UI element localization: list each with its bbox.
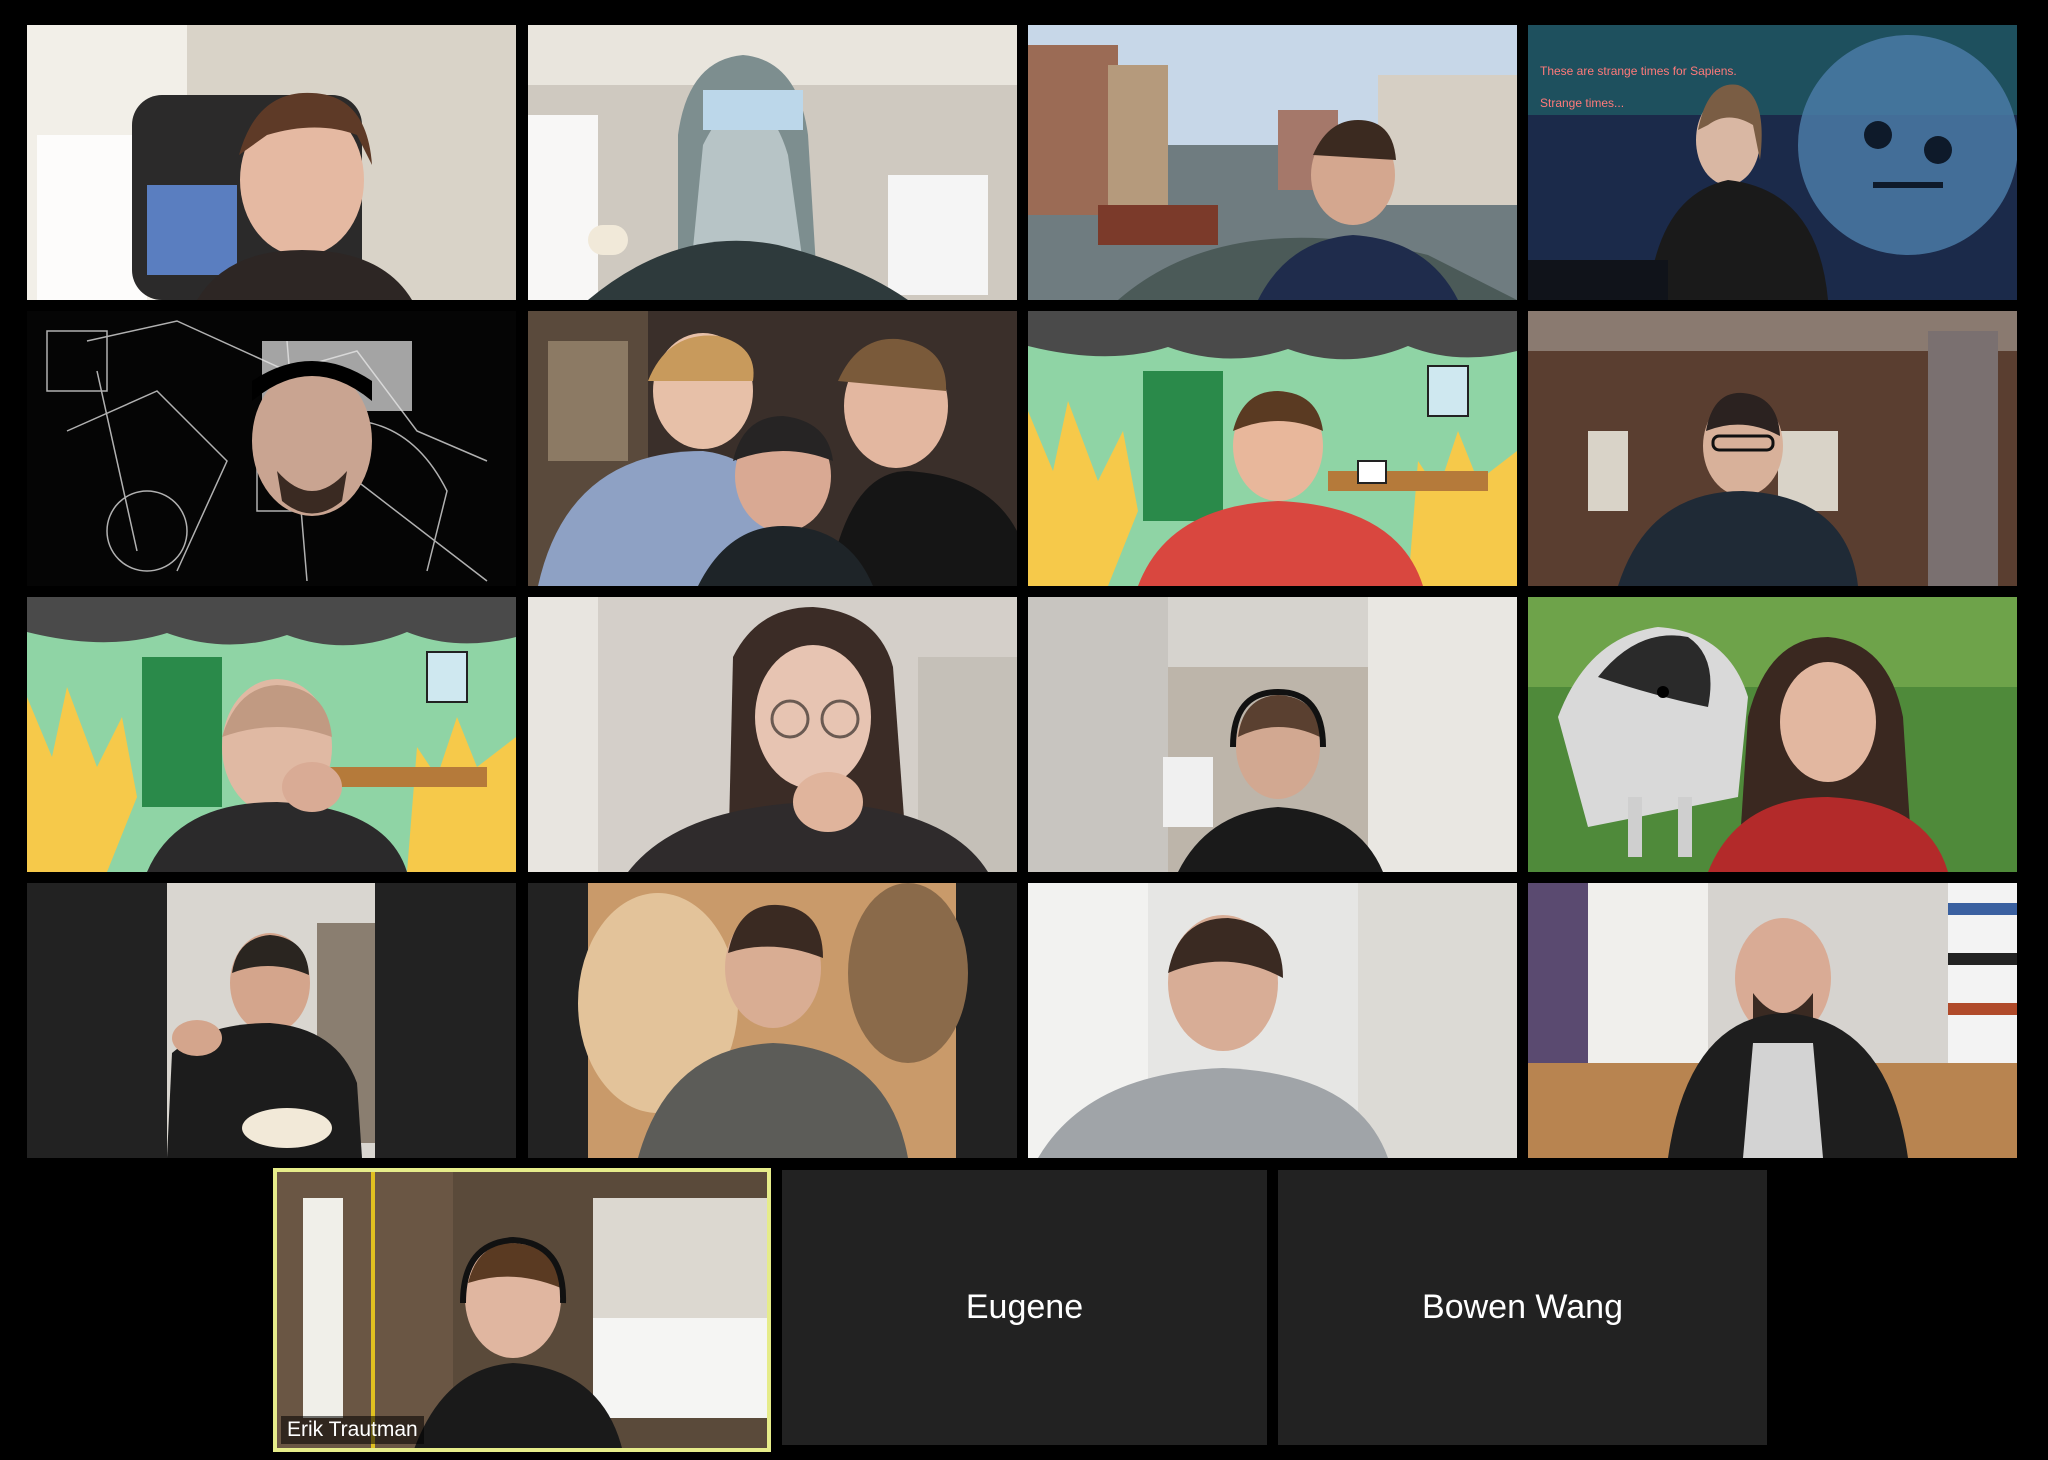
participant-video	[528, 883, 1017, 1158]
participant-video	[27, 25, 516, 300]
participant-tile-video-off[interactable]: Eugene	[782, 1170, 1267, 1445]
participant-video-tile[interactable]	[1028, 311, 1517, 586]
participant-video-tile[interactable]	[27, 25, 516, 300]
participant-video	[273, 1168, 771, 1452]
participant-video-tile[interactable]	[1028, 25, 1517, 300]
participant-video	[1528, 311, 2017, 586]
participant-video	[1528, 597, 2017, 872]
participant-video	[1028, 597, 1517, 872]
participant-video	[27, 597, 516, 872]
participant-video	[528, 597, 1017, 872]
virtual-background-text-line1: These are strange times for Sapiens.	[1540, 64, 1737, 78]
participant-video-tile[interactable]	[27, 311, 516, 586]
participant-video-tile[interactable]	[27, 883, 516, 1158]
participant-video-tile-active-speaker[interactable]: Erik Trautman	[273, 1168, 771, 1452]
zoom-gallery-view: These are strange times for Sapiens. Str…	[0, 0, 2048, 1460]
participant-name: Eugene	[965, 1288, 1084, 1326]
participant-video-tile[interactable]	[528, 883, 1017, 1158]
participant-tile-video-off[interactable]: Bowen Wang	[1278, 1170, 1767, 1445]
participant-video-tile[interactable]	[1028, 597, 1517, 872]
participant-video-tile[interactable]	[1028, 883, 1517, 1158]
participant-video-tile[interactable]	[27, 597, 516, 872]
participant-video-tile[interactable]: These are strange times for Sapiens. Str…	[1528, 25, 2017, 300]
participant-video	[1028, 883, 1517, 1158]
participant-video	[528, 25, 1017, 300]
participant-video	[528, 311, 1017, 586]
participant-name: Bowen Wang	[1422, 1288, 1623, 1326]
participant-video	[27, 883, 516, 1158]
participant-video	[1028, 25, 1517, 300]
participant-name-label: Erik Trautman	[281, 1416, 424, 1444]
participant-video-tile[interactable]	[528, 25, 1017, 300]
participant-video-tile[interactable]	[1528, 883, 2017, 1158]
participant-video-tile[interactable]	[1528, 311, 2017, 586]
virtual-background-text-line2: Strange times...	[1540, 96, 1624, 110]
participant-video-tile[interactable]	[1528, 597, 2017, 872]
participant-video-tile[interactable]	[528, 311, 1017, 586]
participant-video	[1028, 311, 1517, 586]
participant-video	[27, 311, 516, 586]
participant-video-tile[interactable]	[528, 597, 1017, 872]
participant-video: These are strange times for Sapiens. Str…	[1528, 25, 2017, 300]
participant-video	[1528, 883, 2017, 1158]
